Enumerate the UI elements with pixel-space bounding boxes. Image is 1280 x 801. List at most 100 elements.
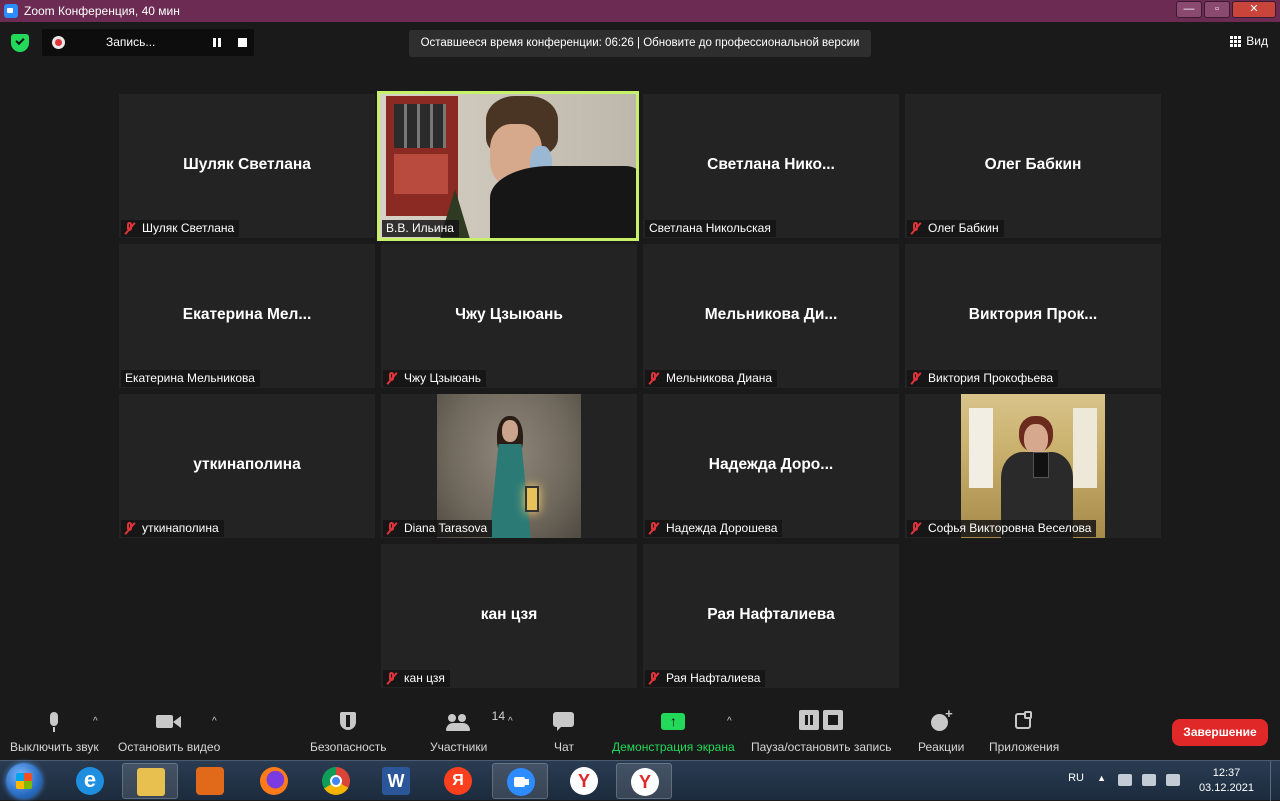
taskbar-firefox[interactable] xyxy=(246,763,302,799)
window-controls: — ▫ ✕ xyxy=(1176,1,1276,18)
clock-time: 12:37 xyxy=(1212,767,1241,779)
minimize-button[interactable]: — xyxy=(1176,1,1202,18)
video-tile[interactable]: Олег Бабкин Олег Бабкин xyxy=(905,94,1161,238)
taskbar-chrome[interactable] xyxy=(308,763,364,799)
taskbar-file-explorer[interactable] xyxy=(122,763,178,799)
firefox-icon xyxy=(260,767,288,795)
participant-display-name: Шуляк Светлана xyxy=(183,156,311,173)
encryption-shield-icon[interactable] xyxy=(11,34,29,52)
apps-icon xyxy=(1014,710,1034,734)
taskbar-yandex-browser-window[interactable] xyxy=(616,763,672,799)
video-tile[interactable]: Светлана Нико... Светлана Никольская xyxy=(643,94,899,238)
video-options-caret[interactable]: ^ xyxy=(212,716,217,727)
participant-display-name: Чжу Цзыюань xyxy=(455,306,563,323)
time-remaining-notice[interactable]: Оставшееся время конференции: 06:26 | Об… xyxy=(409,30,871,57)
muted-mic-icon xyxy=(648,672,660,685)
video-tile-active-speaker[interactable]: В.В. Ильина xyxy=(377,91,639,241)
chrome-icon xyxy=(322,767,350,795)
security-button[interactable]: Безопасность xyxy=(310,710,387,754)
apps-button[interactable]: Приложения xyxy=(989,710,1059,754)
video-tile[interactable]: Рая Нафталиева Рая Нафталиева xyxy=(643,544,899,688)
participant-name-tag: Рая Нафталиева xyxy=(645,670,766,687)
reactions-button[interactable]: Реакции xyxy=(918,706,964,754)
participant-name-tag: Светлана Никольская xyxy=(645,220,776,237)
participant-name-tag: Екатерина Мельникова xyxy=(121,370,260,387)
stop-recording-icon[interactable] xyxy=(238,38,247,47)
share-screen-button[interactable]: Демонстрация экрана xyxy=(612,710,735,754)
video-tile[interactable]: кан цзя кан цзя xyxy=(381,544,637,688)
stop-video-button[interactable]: Остановить видео xyxy=(118,710,220,754)
network-icon[interactable] xyxy=(1166,774,1180,786)
taskbar-word[interactable] xyxy=(368,763,424,799)
participants-button[interactable]: 14 Участники xyxy=(430,709,505,754)
recording-dot-icon xyxy=(52,36,65,49)
start-button[interactable] xyxy=(6,763,42,799)
participant-name-tag: кан цзя xyxy=(383,670,450,687)
volume-icon[interactable] xyxy=(1118,774,1132,786)
system-clock[interactable]: 12:37 03.12.2021 xyxy=(1199,766,1254,796)
video-tile[interactable]: Екатерина Мел... Екатерина Мельникова xyxy=(119,244,375,388)
audio-options-caret[interactable]: ^ xyxy=(93,716,98,727)
taskbar-media-player[interactable] xyxy=(182,763,238,799)
input-language[interactable]: RU xyxy=(1068,772,1084,784)
chat-bubble-icon xyxy=(553,710,575,734)
mute-button[interactable]: Выключить звук xyxy=(10,710,99,754)
participant-name-tag: Шуляк Светлана xyxy=(121,220,240,237)
yandex-browser-icon xyxy=(570,767,598,795)
zoom-app-icon xyxy=(4,4,18,18)
share-screen-icon xyxy=(661,710,686,734)
participant-name-tag: Виктория Прокофьева xyxy=(907,370,1059,387)
share-options-caret[interactable]: ^ xyxy=(727,716,732,727)
video-tile[interactable]: Софья Викторовна Веселова xyxy=(905,394,1161,538)
participant-display-name: Екатерина Мел... xyxy=(182,306,312,323)
clock-date: 03.12.2021 xyxy=(1198,782,1254,794)
show-hidden-icons-icon[interactable]: ▲ xyxy=(1097,773,1106,783)
view-button[interactable]: Вид xyxy=(1230,34,1268,48)
word-icon xyxy=(382,767,410,795)
participant-display-name: кан цзя xyxy=(480,606,538,623)
video-tile[interactable]: Мельникова Ди... Мельникова Диана xyxy=(643,244,899,388)
view-label: Вид xyxy=(1246,34,1268,48)
taskbar-yandex-browser[interactable] xyxy=(556,763,612,799)
participant-name-tag: Diana Tarasova xyxy=(383,520,493,537)
muted-mic-icon xyxy=(124,222,136,235)
participant-name-tag: Чжу Цзыюань xyxy=(383,370,487,387)
participant-video-feed xyxy=(380,94,636,238)
taskbar-zoom[interactable] xyxy=(492,763,548,799)
restore-button[interactable]: ▫ xyxy=(1204,1,1230,18)
participant-name-tag: Олег Бабкин xyxy=(907,220,1004,237)
participant-display-name: Светлана Нико... xyxy=(707,156,835,173)
pause-recording-icon[interactable] xyxy=(211,37,223,48)
participant-display-name: Рая Нафталиева xyxy=(707,606,835,623)
muted-mic-icon xyxy=(910,522,922,535)
muted-mic-icon xyxy=(648,372,660,385)
participant-name-tag: Надежда Дорошева xyxy=(645,520,783,537)
taskbar-internet-explorer[interactable] xyxy=(62,763,118,799)
security-shield-icon xyxy=(339,710,357,734)
muted-mic-icon xyxy=(386,522,398,535)
end-meeting-button[interactable]: Завершение xyxy=(1172,719,1268,746)
participants-options-caret[interactable]: ^ xyxy=(508,716,513,727)
media-player-icon xyxy=(196,767,224,795)
reactions-smiley-icon xyxy=(930,706,953,734)
muted-mic-icon xyxy=(386,372,398,385)
chat-button[interactable]: Чат xyxy=(553,710,575,754)
pause-stop-recording-button[interactable]: Пауза/остановить запись xyxy=(751,710,891,754)
video-tile[interactable]: Шуляк Светлана Шуляк Светлана xyxy=(119,94,375,238)
video-tile[interactable]: Надежда Доро... Надежда Дорошева xyxy=(643,394,899,538)
internet-explorer-icon xyxy=(76,767,104,795)
meeting-toolbar: Выключить звук ^ Остановить видео ^ Безо… xyxy=(0,700,1280,760)
video-tile[interactable]: Diana Tarasova xyxy=(381,394,637,538)
power-icon[interactable] xyxy=(1142,774,1156,786)
video-tile[interactable]: уткинаполина уткинаполина xyxy=(119,394,375,538)
folder-icon xyxy=(137,768,165,796)
video-tile[interactable]: Виктория Прок... Виктория Прокофьева xyxy=(905,244,1161,388)
show-desktop-button[interactable] xyxy=(1270,761,1280,801)
taskbar-yandex[interactable] xyxy=(430,763,486,799)
close-button[interactable]: ✕ xyxy=(1232,1,1276,18)
participant-display-name: Виктория Прок... xyxy=(968,306,1098,323)
windows-taskbar: RU ▲ 12:37 03.12.2021 xyxy=(0,760,1280,801)
video-tile[interactable]: Чжу Цзыюань Чжу Цзыюань xyxy=(381,244,637,388)
participant-name-tag: Софья Викторовна Веселова xyxy=(907,520,1097,537)
participant-display-name: уткинаполина xyxy=(193,456,301,473)
